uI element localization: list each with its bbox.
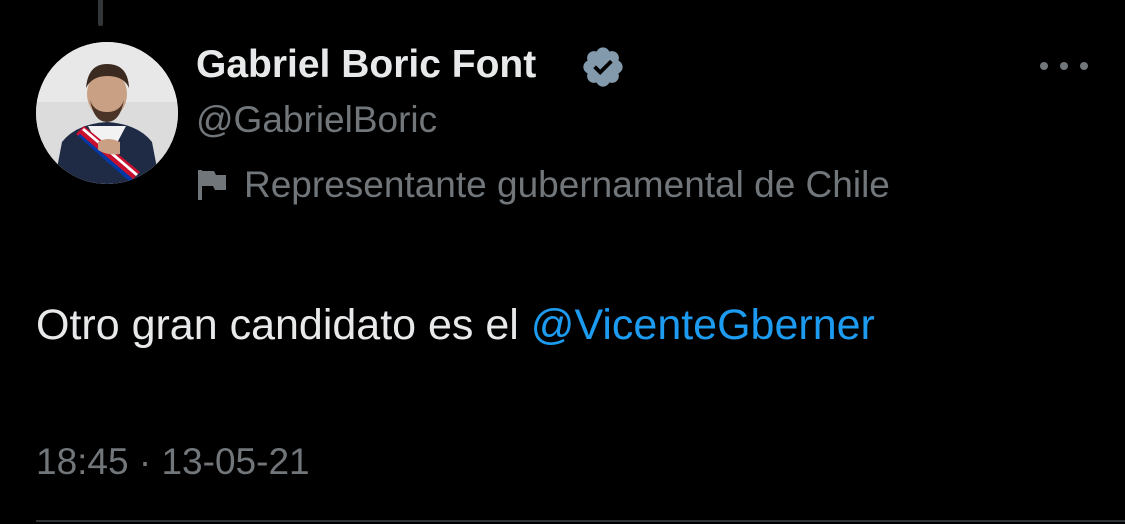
thread-connector-line (98, 0, 103, 26)
profile-avatar[interactable] (36, 42, 178, 184)
author-display-name[interactable]: Gabriel Boric Font (196, 40, 536, 90)
flag-icon (198, 170, 226, 200)
timestamp-separator: · (138, 441, 152, 482)
government-affiliation-label: Representante gubernamental de Chile (196, 160, 890, 210)
tweet-date: 13-05-21 (161, 441, 310, 482)
tweet-text: Otro gran candidato es el (36, 301, 531, 349)
more-dot-icon (1060, 62, 1068, 70)
verified-badge-icon[interactable] (580, 44, 626, 90)
affiliation-text: Representante gubernamental de Chile (244, 164, 890, 205)
tweet-timestamp[interactable]: 18:45 · 13-05-21 (36, 438, 310, 486)
mention-link[interactable]: @VicenteGberner (531, 301, 875, 349)
tweet-body: Otro gran candidato es el @VicenteGberne… (36, 297, 875, 353)
tweet-time: 18:45 (36, 441, 129, 482)
bottom-divider (36, 520, 1125, 522)
more-dot-icon (1040, 62, 1048, 70)
avatar-image (36, 42, 178, 184)
more-options-button[interactable] (1040, 56, 1088, 76)
more-dot-icon (1080, 62, 1088, 70)
author-handle[interactable]: @GabrielBoric (196, 96, 437, 144)
